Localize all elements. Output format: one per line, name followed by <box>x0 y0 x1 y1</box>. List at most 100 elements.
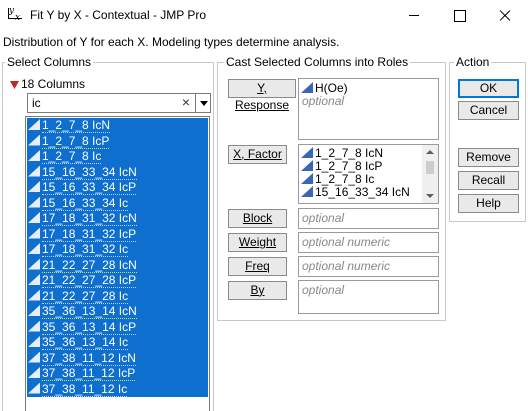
column-name: 37_38_11_12 Ic <box>42 381 128 397</box>
column-list-item[interactable]: 37_38_11_12 Ic <box>27 381 208 398</box>
column-name: 37_38_11_12 IcP <box>42 366 136 381</box>
continuous-column-icon <box>28 227 40 239</box>
column-name: 35_36_13_14 Ic <box>42 335 129 350</box>
column-list[interactable]: 1_2_7_8 IcN 1_2_7_8 IcP 1_2_7_8 Ic 15_16_33… <box>25 116 210 411</box>
column-list-item[interactable]: 21_22_27_28 IcP <box>27 273 208 289</box>
x-factor-box[interactable]: 1_2_7_8 IcN 1_2_7_8 IcP 1_2_7_8 Ic 15_16… <box>298 144 439 204</box>
column-list-item[interactable]: 37_38_11_12 IcN <box>27 350 208 367</box>
continuous-column-icon <box>28 181 40 192</box>
close-icon[interactable] <box>482 0 528 31</box>
x-factor-button[interactable]: X, Factor <box>228 145 287 164</box>
column-filter-input[interactable]: ic <box>32 96 41 110</box>
filter-options-dropdown-icon[interactable] <box>195 94 211 112</box>
column-name: 15_16_33_34 IcP <box>42 180 137 195</box>
select-columns-heading: Select Columns <box>5 55 94 69</box>
column-list-item[interactable]: 1_2_7_8 Ic <box>27 149 208 165</box>
role-item[interactable]: 1_2_7_8 IcN <box>299 146 438 160</box>
continuous-column-icon <box>28 305 40 316</box>
continuous-column-icon <box>301 82 313 93</box>
cast-roles-heading: Cast Selected Columns into Roles <box>224 55 411 69</box>
continuous-column-icon <box>301 160 313 171</box>
continuous-column-icon <box>28 367 40 378</box>
column-list-item[interactable]: 21_22_27_28 IcN <box>27 257 208 274</box>
column-list-item[interactable]: 17_18_31_32 Ic <box>27 242 208 258</box>
column-name: 17_18_31_32 IcN <box>42 211 137 226</box>
continuous-column-icon <box>28 351 40 363</box>
action-panel: Action OK Cancel Remove Recall Help <box>449 55 526 222</box>
role-item[interactable]: 1_2_7_8 IcP <box>299 159 438 173</box>
freq-placeholder: optional numeric <box>302 259 391 273</box>
scroll-up-icon[interactable] <box>426 150 434 154</box>
column-name: 35_36_13_14 IcP <box>42 319 137 335</box>
selected-columns: 1_2_7_8 IcN 1_2_7_8 IcP 1_2_7_8 Ic 15_16_33… <box>27 118 208 397</box>
columns-header[interactable]: 18 Columns <box>10 77 85 91</box>
column-name: 35_36_13_14 IcN <box>42 304 137 319</box>
role-item[interactable]: 1_2_7_8 Ic <box>299 172 438 186</box>
column-list-item[interactable]: 21_22_27_28 Ic <box>27 288 208 305</box>
y-response-box[interactable]: H(Oe) optional <box>298 78 439 140</box>
column-name: 15_16_33_34 Ic <box>42 195 129 211</box>
column-list-item[interactable]: 17_18_31_32 IcP <box>27 226 208 243</box>
remove-button[interactable]: Remove <box>458 148 519 167</box>
weight-box[interactable]: optional numeric <box>298 232 439 253</box>
continuous-column-icon <box>28 243 40 254</box>
title-bar: yx Fit Y by X - Contextual - JMP Pro <box>0 0 528 31</box>
minimize-icon[interactable] <box>391 0 437 31</box>
continuous-column-icon <box>28 382 40 394</box>
column-name: 21_22_27_28 IcN <box>42 257 137 273</box>
weight-button[interactable]: Weight <box>228 233 287 252</box>
by-placeholder: optional <box>302 283 345 297</box>
cancel-button[interactable]: Cancel <box>458 101 519 120</box>
role-item[interactable]: H(Oe) <box>299 81 438 95</box>
columns-count: 18 Columns <box>21 77 86 91</box>
continuous-column-icon <box>28 258 40 270</box>
scroll-thumb[interactable] <box>426 161 434 174</box>
help-button[interactable]: Help <box>458 194 519 213</box>
y-response-button[interactable]: Y, Response <box>228 79 296 112</box>
weight-placeholder: optional numeric <box>302 235 391 249</box>
column-list-item[interactable]: 35_36_13_14 IcN <box>27 304 208 320</box>
column-list-item[interactable]: 15_16_33_34 IcP <box>27 180 208 196</box>
column-list-item[interactable]: 37_38_11_12 IcP <box>27 366 208 382</box>
column-list-item[interactable]: 1_2_7_8 IcP <box>27 133 208 150</box>
column-name: 37_38_11_12 IcN <box>42 350 136 366</box>
fit-y-by-x-icon: yx <box>8 6 22 23</box>
continuous-column-icon <box>28 274 40 285</box>
cast-roles-panel: Cast Selected Columns into Roles Y, Resp… <box>217 55 446 321</box>
block-button[interactable]: Block <box>228 209 287 228</box>
by-box[interactable]: optional <box>298 280 439 314</box>
freq-button[interactable]: Freq <box>228 257 287 276</box>
column-name: 17_18_31_32 IcP <box>42 226 137 242</box>
y-response-placeholder: optional <box>302 94 345 108</box>
column-list-item[interactable]: 35_36_13_14 Ic <box>27 335 208 351</box>
clear-filter-icon[interactable]: × <box>179 94 193 110</box>
select-columns-panel: Select Columns 18 Columns ic × 1_2_7_8 I… <box>2 55 214 411</box>
continuous-column-icon <box>28 289 40 301</box>
continuous-column-icon <box>28 150 40 161</box>
role-item[interactable]: 15_16_33_34 IcN <box>299 185 438 199</box>
maximize-icon[interactable] <box>436 0 482 31</box>
disclosure-triangle-icon[interactable] <box>10 81 19 89</box>
continuous-column-icon <box>28 320 40 332</box>
column-list-item[interactable]: 15_16_33_34 Ic <box>27 195 208 212</box>
column-name: 1_2_7_8 Ic <box>42 149 102 164</box>
column-list-item[interactable]: 17_18_31_32 IcN <box>27 211 208 227</box>
ok-button[interactable]: OK <box>458 79 519 98</box>
by-button[interactable]: By <box>228 281 287 300</box>
recall-button[interactable]: Recall <box>458 171 519 190</box>
continuous-column-icon <box>28 119 40 130</box>
scroll-down-icon[interactable] <box>426 194 434 198</box>
continuous-column-icon <box>301 147 313 158</box>
column-filter-field[interactable]: ic × <box>27 93 211 113</box>
column-list-item[interactable]: 35_36_13_14 IcP <box>27 319 208 336</box>
x-factor-scrollbar[interactable] <box>422 145 438 203</box>
continuous-column-icon <box>28 165 40 177</box>
block-box[interactable]: optional <box>298 208 439 229</box>
column-name: 1_2_7_8 IcN <box>42 118 111 133</box>
column-list-item[interactable]: 15_16_33_34 IcN <box>27 164 208 181</box>
dialog-description: Distribution of Y for each X. Modeling t… <box>3 35 340 49</box>
column-list-item[interactable]: 1_2_7_8 IcN <box>27 118 208 134</box>
column-name: 17_18_31_32 Ic <box>42 242 129 257</box>
column-name: 15_16_33_34 IcN <box>42 164 137 180</box>
freq-box[interactable]: optional numeric <box>298 256 439 277</box>
